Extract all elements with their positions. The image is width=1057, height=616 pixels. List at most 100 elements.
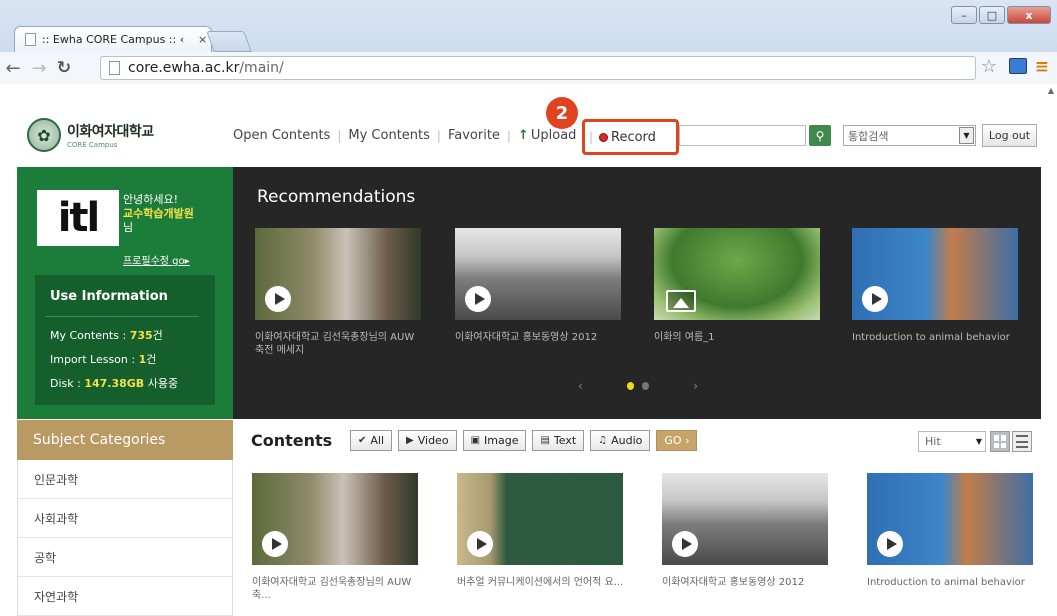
back-arrow-icon[interactable]: ← — [0, 58, 26, 79]
browser-toolbar: ← → ↻ core.ewha.ac.kr/main/ — [0, 52, 1057, 84]
record-label: Record — [611, 129, 656, 145]
nav-open-contents[interactable]: Open Contents — [233, 128, 330, 143]
profile-panel: itl 안녕하세요! 교수학습개발원 님 프로필수정 go▸ Use Infor… — [17, 167, 233, 419]
reco-thumbnail[interactable] — [255, 228, 421, 320]
recommendations-title: Recommendations — [257, 187, 416, 207]
list-view-button[interactable] — [1012, 431, 1032, 452]
close-window-button[interactable]: x — [1007, 6, 1051, 24]
site-logo[interactable]: ✿ 이화여자대학교 CORE Campus — [27, 118, 154, 152]
bookmark-star-icon[interactable]: ☆ — [981, 56, 997, 77]
content-thumbnail[interactable] — [252, 473, 418, 565]
carousel-next-icon[interactable]: › — [693, 379, 698, 393]
search-input[interactable] — [679, 125, 806, 146]
filter-audio-button[interactable]: ♫ Audio — [590, 430, 651, 451]
subject-item[interactable]: 공학 — [18, 538, 232, 577]
upload-icon: ↑ — [517, 128, 529, 143]
edit-profile-link[interactable]: 프로필수정 go▸ — [123, 252, 190, 267]
subject-item[interactable]: 자연과학 — [18, 577, 232, 616]
play-icon — [262, 531, 288, 557]
itl-logo: itl — [37, 190, 119, 246]
extension-icon[interactable] — [1009, 58, 1027, 74]
search-scope-value: 통합검색 — [848, 129, 889, 143]
import-lesson-count: Import Lesson : 1건 — [50, 351, 156, 367]
filter-label: Text — [553, 434, 577, 447]
url-text: core.ewha.ac.kr/main/ — [128, 60, 284, 76]
content-filters: ✔ All ▶ Video ▣ Image ▤ Text ♫ Audio GO › — [350, 430, 698, 451]
browser-tab[interactable]: :: Ewha CORE Campus :: ‹ × — [14, 26, 212, 52]
page-icon — [109, 61, 120, 75]
browser-chrome: :: Ewha CORE Campus :: ‹ × – □ x ← → ↻ c… — [0, 0, 1057, 84]
go-button[interactable]: GO › — [656, 430, 698, 451]
scroll-up-icon[interactable]: ▲ — [1045, 86, 1057, 98]
play-icon — [877, 531, 903, 557]
use-info-title: Use Information — [50, 289, 168, 304]
top-navigation: Open Contents | My Contents | Favorite |… — [233, 128, 576, 143]
sort-select[interactable]: Hit ▼ — [918, 431, 986, 452]
reload-icon[interactable]: ↻ — [52, 58, 76, 78]
tab-title: :: Ewha CORE Campus :: ‹ — [42, 33, 185, 46]
disk-value: 147.38GB — [84, 377, 145, 390]
music-note-icon: ♫ — [598, 435, 608, 446]
import-label: Import Lesson : — [50, 353, 139, 366]
greeting: 안녕하세요! 교수학습개발원 님 — [123, 193, 229, 235]
reco-caption[interactable]: 이화의 여름_1 — [654, 331, 820, 344]
reco-caption[interactable]: 이화여자대학교 홍보동영상 2012 — [455, 331, 621, 344]
minimize-button[interactable]: – — [951, 6, 977, 24]
nav-my-contents[interactable]: My Contents — [348, 128, 430, 143]
content-caption[interactable]: 버추얼 커뮤니케이션에서의 언어적 요... — [457, 576, 627, 589]
filter-image-button[interactable]: ▣ Image — [462, 430, 527, 451]
image-icon: ▣ — [470, 435, 481, 446]
carousel-prev-icon[interactable]: ‹ — [578, 379, 583, 393]
reco-caption[interactable]: Introduction to animal behavior — [852, 331, 1018, 344]
content-thumbnail[interactable] — [457, 473, 623, 565]
search-button[interactable]: ⚲ — [809, 125, 831, 146]
sort-value: Hit — [925, 435, 941, 448]
nav-separator: | — [436, 128, 441, 143]
play-icon — [467, 531, 493, 557]
maximize-button[interactable]: □ — [979, 6, 1005, 24]
my-contents-count: My Contents : 735건 — [50, 327, 163, 343]
reco-thumbnail[interactable] — [852, 228, 1018, 320]
url-host: core.ewha.ac.kr — [128, 60, 240, 76]
my-contents-label: My Contents : — [50, 329, 130, 342]
filter-label: All — [370, 434, 385, 447]
subject-item[interactable]: 인문과학 — [18, 460, 232, 499]
logout-button[interactable]: Log out — [982, 124, 1037, 147]
carousel-dot[interactable] — [642, 382, 650, 390]
nav-separator: | — [506, 128, 511, 143]
menu-icon[interactable]: ≡ — [1035, 57, 1049, 77]
logo-korean-text: 이화여자대학교 — [67, 124, 154, 140]
disk-label: Disk : — [50, 377, 85, 390]
filter-text-button[interactable]: ▤ Text — [532, 430, 585, 451]
nav-separator: | — [337, 128, 342, 143]
content-thumbnail[interactable] — [662, 473, 828, 565]
reco-thumbnail[interactable] — [455, 228, 621, 320]
new-tab-button[interactable] — [206, 31, 252, 52]
content-caption[interactable]: Introduction to animal behavior — [867, 576, 1037, 589]
address-bar[interactable]: core.ewha.ac.kr/main/ — [100, 56, 976, 80]
name-suffix: 님 — [123, 221, 134, 234]
document-icon: ▤ — [540, 435, 550, 446]
content-caption[interactable]: 이화여자대학교 김선욱총장님의 AUW 축... — [252, 576, 422, 602]
filter-video-button[interactable]: ▶ Video — [398, 430, 457, 451]
reco-caption[interactable]: 이화여자대학교 김선욱총장님의 AUW 축전 메세지 — [255, 331, 421, 357]
nav-upload[interactable]: Upload — [531, 128, 577, 143]
content-thumbnail[interactable] — [867, 473, 1033, 565]
greeting-text: 안녕하세요! — [123, 193, 179, 206]
forward-arrow-icon[interactable]: → — [26, 58, 52, 79]
tab-close-icon[interactable]: × — [198, 33, 207, 46]
search-scope-select[interactable]: 통합검색 ▼ — [843, 125, 976, 146]
filter-all-button[interactable]: ✔ All — [350, 430, 393, 451]
grid-view-button[interactable] — [990, 431, 1010, 452]
carousel-dot-active[interactable] — [626, 382, 634, 390]
reco-thumbnail[interactable] — [654, 228, 820, 320]
chevron-down-icon: ▼ — [975, 437, 982, 446]
subject-item[interactable]: 사회과학 — [18, 499, 232, 538]
nav-favorite[interactable]: Favorite — [448, 128, 500, 143]
filter-label: Image — [484, 434, 519, 447]
nav-record[interactable]: | Record — [582, 119, 679, 155]
play-icon: ▶ — [406, 435, 414, 446]
content-caption[interactable]: 이화여자대학교 홍보동영상 2012 — [662, 576, 832, 589]
step-badge: 2 — [546, 97, 578, 129]
nav-separator: | — [589, 130, 594, 144]
